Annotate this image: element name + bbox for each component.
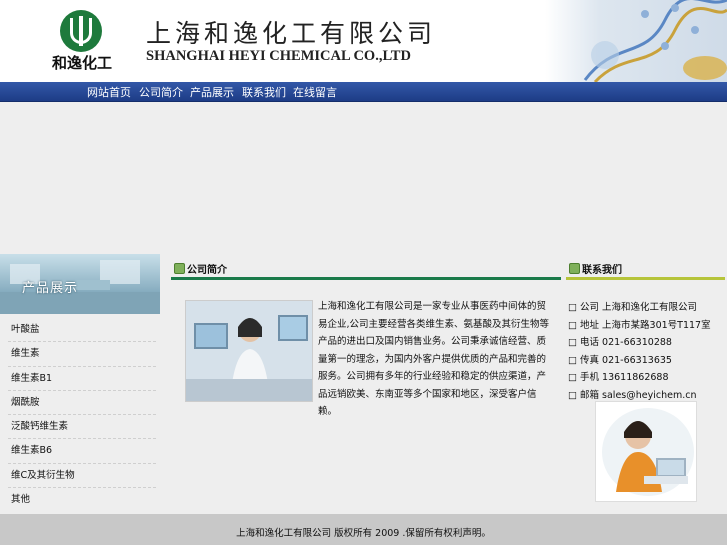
company-name-cn: 上海和逸化工有限公司: [146, 19, 437, 48]
contact-section-header: 联系我们: [566, 254, 725, 280]
copyright-text: 上海和逸化工有限公司 版权所有 2009 .保留所有权利声明。: [236, 528, 491, 539]
contact-row-company: □ 公司 上海和逸化工有限公司: [568, 299, 718, 317]
lab-worker-image: [186, 301, 312, 401]
company-name-en: SHANGHAI HEYI CHEMICAL CO.,LTD: [146, 48, 411, 64]
company-photo: [185, 300, 313, 402]
logo-emblem-icon: [60, 10, 102, 52]
section-divider: [566, 277, 725, 280]
logo-text: 和逸化工: [51, 54, 112, 72]
category-item[interactable]: 维生素B1: [8, 367, 156, 391]
contact-section-title: 联系我们: [582, 265, 622, 276]
category-item[interactable]: 维C及其衍生物: [8, 464, 156, 489]
banner-area: [0, 102, 727, 252]
customer-service-photo: [595, 401, 697, 502]
main-navigation: 网站首页 公司简介 产品展示 联系我们 在线留言: [0, 82, 727, 102]
contact-label: □ 邮箱: [568, 389, 599, 401]
site-header: 和逸化工 上海和逸化工有限公司 SHANGHAI HEYI CHEMICAL C…: [0, 0, 727, 82]
dna-helix-icon: [583, 0, 727, 82]
contact-row-phone: □ 电话 021-66310288: [568, 334, 718, 352]
phone-operator-image: [596, 402, 696, 501]
section-bullet-icon: [569, 263, 580, 274]
contact-value: 上海市某路301号T117室: [602, 319, 711, 331]
contact-label: □ 公司: [568, 302, 599, 313]
contact-value: 021-66313635: [602, 354, 672, 366]
contact-value[interactable]: sales@heyichem.cn: [602, 390, 696, 401]
contact-label: □ 电话: [568, 337, 599, 348]
category-item[interactable]: 叶酸盐: [8, 318, 156, 343]
contact-value: 13611862688: [602, 372, 669, 383]
contact-label: □ 传真: [568, 354, 599, 366]
product-category-list: 叶酸盐 维生素 维生素B1 烟酰胺 泛酸钙维生素 维生素B6 维C及其衍生物 其…: [0, 318, 160, 511]
nav-item-message[interactable]: 在线留言: [293, 84, 337, 100]
company-logo[interactable]: 和逸化工: [46, 8, 118, 72]
products-banner-image: 产品展示: [0, 254, 160, 314]
category-item[interactable]: 维生素: [8, 342, 156, 367]
contact-row-fax: □ 传真 021-66313635: [568, 352, 718, 370]
nav-item-products[interactable]: 产品展示: [190, 84, 234, 100]
section-bullet-icon: [174, 263, 185, 274]
nav-item-about[interactable]: 公司简介: [139, 84, 183, 100]
products-banner-label: 产品展示: [22, 281, 79, 296]
contact-value: 021-66310288: [602, 337, 672, 348]
contact-value: 上海和逸化工有限公司: [602, 302, 698, 313]
about-section-header: 公司简介: [171, 254, 561, 280]
about-section-title: 公司简介: [187, 265, 227, 276]
contact-details: □ 公司 上海和逸化工有限公司 □ 地址 上海市某路301号T117室 □ 电话…: [568, 299, 718, 404]
contact-row-mobile: □ 手机 13611862688: [568, 369, 718, 387]
nav-item-home[interactable]: 网站首页: [87, 84, 131, 100]
dna-decoration-image: [545, 0, 727, 82]
section-divider: [171, 277, 561, 280]
about-text: 上海和逸化工有限公司是一家专业从事医药中间体的贸易企业,公司主要经营各类维生素、…: [318, 301, 550, 417]
category-item[interactable]: 烟酰胺: [8, 391, 156, 416]
site-footer: 上海和逸化工有限公司 版权所有 2009 .保留所有权利声明。: [0, 514, 727, 545]
contact-label: □ 手机: [568, 372, 599, 383]
nav-item-contact[interactable]: 联系我们: [242, 84, 286, 100]
category-item[interactable]: 其他: [8, 488, 156, 511]
contact-label: □ 地址: [568, 319, 599, 331]
category-item[interactable]: 泛酸钙维生素: [8, 415, 156, 440]
category-item[interactable]: 维生素B6: [8, 439, 156, 464]
contact-row-address: □ 地址 上海市某路301号T117室: [568, 317, 718, 335]
